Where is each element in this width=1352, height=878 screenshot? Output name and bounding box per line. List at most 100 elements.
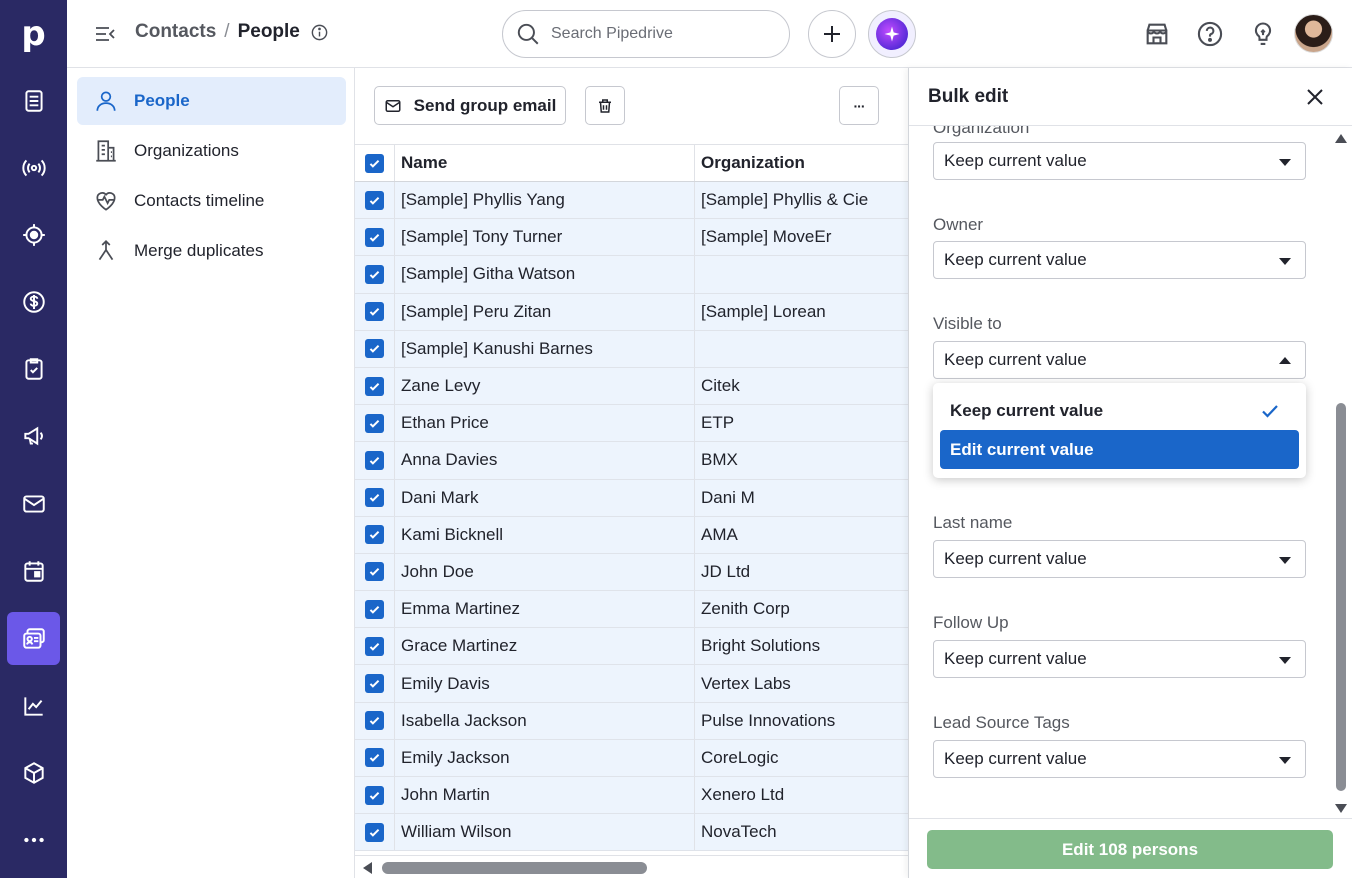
dollar-icon[interactable]	[7, 275, 60, 328]
row-checkbox[interactable]	[365, 302, 384, 322]
table-row[interactable]: Emma Martinez Zenith Corp	[355, 591, 908, 629]
cell-organization[interactable]: Dani M	[695, 480, 908, 516]
pipedrive-logo[interactable]: p	[0, 0, 67, 67]
row-checkbox[interactable]	[365, 264, 384, 284]
leads-inbox-icon[interactable]	[7, 74, 60, 127]
cell-name[interactable]: William Wilson	[395, 814, 695, 851]
quick-add-button[interactable]	[808, 10, 856, 58]
table-row[interactable]: [Sample] Peru Zitan [Sample] Lorean	[355, 293, 908, 331]
table-row[interactable]: Zane Levy Citek	[355, 367, 908, 406]
row-checkbox[interactable]	[365, 413, 384, 433]
send-group-email-button[interactable]: Send group email	[374, 86, 566, 125]
cell-name[interactable]: Emily Davis	[395, 665, 695, 702]
row-checkbox[interactable]	[365, 227, 384, 247]
row-checkbox[interactable]	[365, 190, 384, 210]
cell-organization[interactable]	[695, 331, 908, 367]
row-checkbox[interactable]	[365, 562, 384, 582]
table-row[interactable]: Isabella Jackson Pulse Innovations	[355, 702, 908, 740]
search-input[interactable]	[551, 25, 771, 43]
lead-source-tags-select[interactable]: Keep current value	[933, 740, 1306, 778]
cell-organization[interactable]: NovaTech	[695, 814, 908, 850]
search-box[interactable]	[502, 10, 790, 58]
cell-name[interactable]: Grace Martinez	[395, 628, 695, 665]
table-row[interactable]: John Martin Xenero Ltd	[355, 777, 908, 815]
table-row[interactable]: [Sample] Tony Turner [Sample] MoveEr	[355, 219, 908, 257]
row-checkbox[interactable]	[365, 636, 384, 656]
table-row[interactable]: [Sample] Githa Watson	[355, 256, 908, 294]
horizontal-scroll-thumb[interactable]	[382, 862, 647, 874]
scroll-left-arrow[interactable]	[363, 862, 372, 874]
cell-name[interactable]: Emma Martinez	[395, 591, 695, 628]
cell-name[interactable]: Isabella Jackson	[395, 702, 695, 739]
collapse-menu-icon[interactable]	[93, 22, 117, 46]
sidebar-item-contacts-timeline[interactable]: Contacts timeline	[77, 177, 346, 225]
row-checkbox[interactable]	[365, 450, 384, 470]
table-row[interactable]: Emily Davis Vertex Labs	[355, 665, 908, 703]
scroll-down-arrow[interactable]	[1335, 804, 1347, 813]
cell-name[interactable]: Ethan Price	[395, 405, 695, 442]
cell-organization[interactable]: [Sample] Lorean	[695, 294, 908, 330]
select-all-checkbox[interactable]	[365, 153, 384, 173]
clipboard-check-icon[interactable]	[7, 342, 60, 395]
option-edit-current-value[interactable]: Edit current value	[940, 430, 1299, 469]
chart-icon[interactable]	[7, 679, 60, 732]
row-checkbox[interactable]	[365, 785, 384, 805]
cell-name[interactable]: [Sample] Phyllis Yang	[395, 182, 695, 219]
row-checkbox[interactable]	[365, 674, 384, 694]
vertical-scroll-thumb[interactable]	[1336, 403, 1346, 791]
sidebar-item-people[interactable]: People	[77, 77, 346, 125]
cell-organization[interactable]: Zenith Corp	[695, 591, 908, 627]
table-row[interactable]: [Sample] Kanushi Barnes	[355, 330, 908, 368]
cell-organization[interactable]: Pulse Innovations	[695, 703, 908, 739]
table-row[interactable]: Ethan Price ETP	[355, 405, 908, 443]
row-checkbox[interactable]	[365, 748, 384, 768]
row-checkbox[interactable]	[365, 525, 384, 545]
column-header-name[interactable]: Name	[395, 145, 695, 181]
cell-organization[interactable]: CoreLogic	[695, 740, 908, 776]
close-icon[interactable]	[1303, 85, 1327, 109]
table-row[interactable]: Anna Davies BMX	[355, 442, 908, 480]
cell-organization[interactable]: Bright Solutions	[695, 628, 908, 664]
row-checkbox[interactable]	[365, 599, 384, 619]
cell-organization[interactable]: Xenero Ltd	[695, 777, 908, 813]
cell-organization[interactable]: Citek	[695, 368, 908, 404]
cell-organization[interactable]: ETP	[695, 405, 908, 441]
contacts-card-icon[interactable]	[7, 612, 60, 665]
avatar[interactable]	[1294, 14, 1333, 53]
row-checkbox[interactable]	[365, 339, 384, 359]
broadcast-icon[interactable]	[7, 141, 60, 194]
cell-name[interactable]: Emily Jackson	[395, 739, 695, 776]
row-checkbox[interactable]	[365, 711, 384, 731]
calendar-icon[interactable]	[7, 544, 60, 597]
owner-select[interactable]: Keep current value	[933, 241, 1306, 279]
info-icon[interactable]	[310, 23, 329, 42]
cell-organization[interactable]: [Sample] Phyllis & Cie	[695, 182, 908, 218]
row-checkbox[interactable]	[365, 376, 384, 396]
organization-select[interactable]: Keep current value	[933, 142, 1306, 180]
marketplace-icon[interactable]	[1143, 20, 1171, 48]
table-row[interactable]: Emily Jackson CoreLogic	[355, 739, 908, 777]
lightbulb-icon[interactable]	[1249, 20, 1277, 48]
megaphone-icon[interactable]	[7, 409, 60, 462]
visible-to-select[interactable]: Keep current value	[933, 341, 1306, 379]
breadcrumb-parent[interactable]: Contacts	[135, 21, 216, 43]
cell-organization[interactable]	[695, 256, 908, 292]
help-icon[interactable]	[1196, 20, 1224, 48]
cell-name[interactable]: Kami Bicknell	[395, 516, 695, 553]
cell-organization[interactable]: [Sample] MoveEr	[695, 219, 908, 255]
ai-assistant-button[interactable]	[868, 10, 916, 58]
cell-name[interactable]: [Sample] Githa Watson	[395, 256, 695, 293]
table-row[interactable]: Grace Martinez Bright Solutions	[355, 628, 908, 666]
cell-name[interactable]: Dani Mark	[395, 479, 695, 516]
vertical-scrollbar[interactable]	[1334, 128, 1348, 818]
more-icon[interactable]	[7, 813, 60, 866]
cell-name[interactable]: Zane Levy	[395, 367, 695, 405]
edit-persons-button[interactable]: Edit 108 persons	[927, 830, 1333, 869]
table-row[interactable]: [Sample] Phyllis Yang [Sample] Phyllis & …	[355, 182, 908, 220]
cell-name[interactable]: [Sample] Kanushi Barnes	[395, 330, 695, 367]
cell-name[interactable]: John Doe	[395, 553, 695, 591]
mail-icon[interactable]	[7, 477, 60, 530]
cell-organization[interactable]: AMA	[695, 517, 908, 553]
more-actions-button[interactable]: ···	[839, 86, 879, 125]
sidebar-item-organizations[interactable]: Organizations	[77, 127, 346, 175]
